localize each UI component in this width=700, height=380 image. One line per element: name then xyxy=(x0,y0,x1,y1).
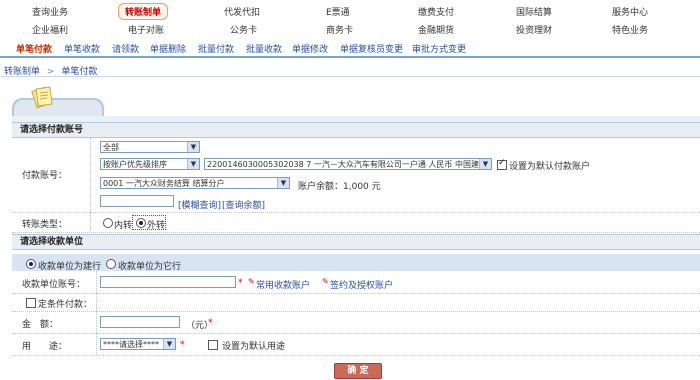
subnav-modify[interactable]: 单据修改 xyxy=(292,42,328,55)
subnav-claim[interactable]: 请领款 xyxy=(112,42,139,55)
nav-ebill[interactable]: E票通 xyxy=(326,5,350,18)
amount-input[interactable] xyxy=(100,316,180,328)
transfer-type-label: 转账类型： xyxy=(22,220,68,230)
chevron-down-icon: ▼ xyxy=(277,178,289,188)
subnav-batch-collection[interactable]: 批量收款 xyxy=(246,42,282,55)
panel-tab-inner xyxy=(14,100,102,116)
nav-payroll[interactable]: 代发代扣 xyxy=(224,5,260,18)
payee-section-title: 请选择收款单位 xyxy=(12,234,700,250)
fuzzy-query-link[interactable]: [模糊查询] xyxy=(178,198,221,211)
nav-special[interactable]: 特色业务 xyxy=(612,23,648,36)
transfer-external-label: 外转 xyxy=(147,221,166,231)
transfer-internal-radio[interactable] xyxy=(103,218,113,228)
payer-section-title: 请选择付款账号 xyxy=(12,122,700,138)
subnav-batch-payment[interactable]: 批量付款 xyxy=(198,42,234,55)
balance-text: 账户余额：1,000 元 xyxy=(298,182,381,192)
nav-transfer[interactable]: 转账制单 xyxy=(118,3,169,20)
pencil-icon: ✎ xyxy=(322,277,329,286)
subnav-single-payment[interactable]: 单笔付款 xyxy=(16,42,52,55)
fuzzy-query-input[interactable] xyxy=(100,195,174,207)
default-purpose-label: 设置为默认用途 xyxy=(222,342,286,352)
nav-business-card[interactable]: 商务卡 xyxy=(326,23,353,36)
conditional-payment-checkbox[interactable] xyxy=(26,298,36,308)
chevron-down-icon: ▼ xyxy=(163,339,175,349)
nav-futures[interactable]: 金融期货 xyxy=(418,23,454,36)
default-account-label: 设置为默认付款账户 xyxy=(509,162,591,172)
required-star: * xyxy=(180,340,185,350)
subnav-approval-change[interactable]: 审批方式变更 xyxy=(412,42,466,55)
nav-intl[interactable]: 国际结算 xyxy=(516,5,552,18)
signed-accounts-link[interactable]: 签约及授权账户 xyxy=(330,278,393,291)
payee-account-label: 收款单位账号： xyxy=(22,280,86,290)
pencil-icon: ✎ xyxy=(248,277,255,286)
nav-welfare[interactable]: 企业福利 xyxy=(32,23,68,36)
payee-other-radio[interactable] xyxy=(106,259,116,269)
payer-account-value: 2200146030005302038 7 一汽－大众汽车有限公司一户通 人民币… xyxy=(207,160,492,169)
purpose-select-value: ****请选择**** xyxy=(103,340,159,349)
default-purpose-checkbox[interactable] xyxy=(208,340,218,350)
nav-reconcile[interactable]: 电子对账 xyxy=(128,23,164,36)
chevron-down-icon: ▼ xyxy=(187,142,199,152)
transfer-internal-label: 内转 xyxy=(114,221,133,231)
subnav-reviewer-change[interactable]: 单据复核员变更 xyxy=(340,42,403,55)
payer-account-select[interactable]: 2200146030005302038 7 一汽－大众汽车有限公司一户通 人民币… xyxy=(204,158,492,170)
sub-account-value: 0001 一汽大众财务结算 结算分户 xyxy=(103,179,225,188)
conditional-payment-label: 定条件付款： xyxy=(38,300,93,310)
purpose-label: 用 途： xyxy=(22,342,68,352)
chevron-down-icon: ▼ xyxy=(479,159,491,169)
sub-nav: 单笔付款 单笔收款 请领款 单据删除 批量付款 批量收款 单据修改 单据复核员变… xyxy=(0,40,700,58)
sort-select[interactable]: 按账户优先级排序 ▼ xyxy=(100,158,200,170)
required-star: * xyxy=(238,278,243,288)
subnav-delete[interactable]: 单据删除 xyxy=(150,42,186,55)
default-account-checkbox[interactable] xyxy=(497,158,507,170)
sub-account-select[interactable]: 0001 一汽大众财务结算 结算分户 ▼ xyxy=(100,177,290,189)
payee-ccb-radio[interactable] xyxy=(26,259,36,269)
payer-account-label: 付款账号： xyxy=(22,171,68,181)
common-accounts-link[interactable]: 常用收款账户 xyxy=(256,278,310,291)
purpose-select[interactable]: ****请选择**** ▼ xyxy=(100,338,176,350)
nav-official-card[interactable]: 公务卡 xyxy=(230,23,257,36)
document-icon xyxy=(30,84,56,110)
nav-query[interactable]: 查询业务 xyxy=(32,5,68,18)
sort-select-value: 按账户优先级排序 xyxy=(103,160,167,169)
amount-label: 金 额： xyxy=(22,320,59,330)
conditional-row xyxy=(12,293,700,312)
nav-service[interactable]: 服务中心 xyxy=(612,5,648,18)
required-star: * xyxy=(208,318,213,328)
subnav-single-collection[interactable]: 单笔收款 xyxy=(64,42,100,55)
nav-invest[interactable]: 投资理财 xyxy=(516,23,552,36)
transfer-external-radio[interactable] xyxy=(136,218,146,228)
confirm-button[interactable]: 确 定 xyxy=(334,363,382,379)
payee-account-input[interactable] xyxy=(100,276,236,288)
chevron-down-icon: ▼ xyxy=(187,159,199,169)
nav-payment[interactable]: 缴费支付 xyxy=(418,5,454,18)
scope-select-value: 全部 xyxy=(103,143,119,152)
balance-query-link[interactable]: [查询余额] xyxy=(222,198,265,211)
scope-select[interactable]: 全部 ▼ xyxy=(100,141,200,153)
breadcrumb-divider xyxy=(0,76,700,77)
